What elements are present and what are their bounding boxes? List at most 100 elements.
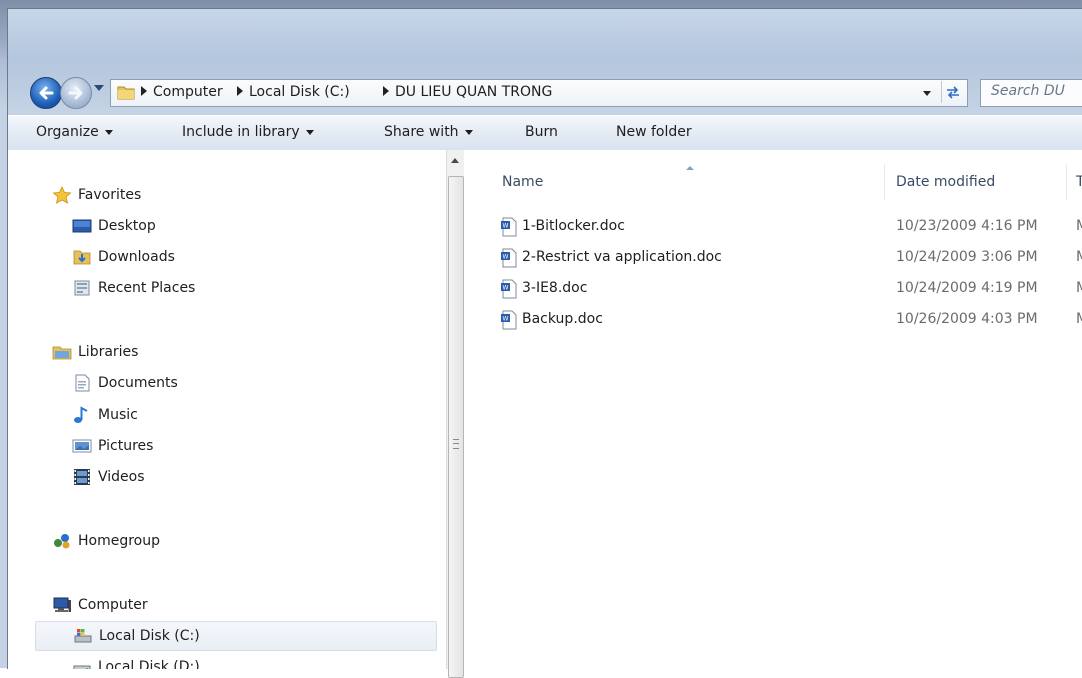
column-header-type[interactable]: Ty — [1076, 174, 1082, 190]
breadcrumb-separator-icon[interactable] — [237, 86, 243, 96]
nav-favorites-label: Favorites — [78, 187, 142, 203]
chevron-down-icon — [104, 129, 113, 135]
nav-local-disk-c[interactable]: Local Disk (C:) — [35, 621, 437, 651]
folder-icon — [117, 86, 135, 100]
nav-favorites[interactable]: Favorites — [52, 182, 141, 208]
recent-places-icon — [74, 280, 90, 296]
nav-libraries[interactable]: Libraries — [52, 339, 138, 365]
burn-button[interactable]: Burn — [525, 124, 558, 140]
nav-libraries-label: Libraries — [78, 344, 139, 360]
explorer-window: Computer Local Disk (C:) DU LIEU QUAN TR… — [7, 8, 1082, 678]
breadcrumb-local-disk-c[interactable]: Local Disk (C:) — [249, 84, 350, 100]
address-bar[interactable]: Computer Local Disk (C:) DU LIEU QUAN TR… — [110, 79, 968, 107]
file-type: M — [1076, 280, 1082, 296]
nav-local-disk-c-label: Local Disk (C:) — [99, 628, 200, 644]
nav-local-disk-d[interactable]: Local Disk (D:) — [72, 654, 200, 669]
music-note-icon — [74, 406, 88, 423]
address-history-dropdown[interactable] — [923, 91, 931, 96]
nav-computer[interactable]: Computer — [52, 592, 148, 618]
word-document-icon: W — [501, 310, 517, 330]
include-in-library-button[interactable]: Include in library — [182, 124, 314, 140]
svg-text:W: W — [503, 285, 509, 292]
nav-pictures[interactable]: Pictures — [72, 433, 153, 459]
svg-text:W: W — [503, 316, 509, 323]
word-document-icon: W — [501, 279, 517, 299]
nav-desktop[interactable]: Desktop — [72, 213, 156, 239]
file-name: 3-IE8.doc — [522, 280, 588, 296]
nav-downloads[interactable]: Downloads — [72, 244, 175, 270]
command-bar: Organize Include in library Share with B… — [8, 115, 1082, 151]
search-input[interactable] — [991, 83, 1081, 99]
file-type: M — [1076, 218, 1082, 234]
organize-button[interactable]: Organize — [36, 124, 113, 140]
nav-documents-label: Documents — [98, 375, 178, 391]
word-document-icon: W — [501, 217, 517, 237]
nav-homegroup-label: Homegroup — [78, 533, 161, 549]
column-divider[interactable] — [1066, 164, 1067, 200]
homegroup-icon — [54, 534, 70, 549]
include-in-library-label: Include in library — [182, 124, 300, 140]
share-with-button[interactable]: Share with — [384, 124, 473, 140]
nav-music[interactable]: Music — [72, 402, 138, 428]
breadcrumb-current-folder[interactable]: DU LIEU QUAN TRONG — [395, 84, 552, 100]
file-name: 2-Restrict va application.doc — [522, 249, 722, 265]
file-name: 1-Bitlocker.doc — [522, 218, 625, 234]
nav-videos-label: Videos — [98, 469, 145, 485]
forward-button[interactable] — [60, 77, 92, 109]
navigation-scrollbar[interactable] — [446, 150, 464, 678]
chevron-down-icon — [464, 129, 473, 135]
file-date-modified: 10/24/2009 4:19 PM — [896, 280, 1038, 296]
back-arrow-icon — [39, 86, 54, 100]
organize-label: Organize — [36, 124, 99, 140]
nav-videos[interactable]: Videos — [72, 464, 145, 490]
share-with-label: Share with — [384, 124, 459, 140]
search-box[interactable] — [980, 79, 1082, 107]
nav-music-label: Music — [98, 407, 138, 423]
file-row[interactable]: W 1-Bitlocker.doc 10/23/2009 4:16 PM M — [500, 214, 1082, 240]
nav-homegroup[interactable]: Homegroup — [52, 528, 160, 554]
grip-icon — [453, 439, 459, 449]
system-drive-icon — [74, 629, 92, 643]
breadcrumb-separator-icon[interactable] — [383, 86, 389, 96]
breadcrumb-computer[interactable]: Computer — [153, 84, 223, 100]
nav-recent-places[interactable]: Recent Places — [72, 275, 195, 301]
svg-text:W: W — [503, 223, 509, 230]
computer-icon — [53, 597, 71, 612]
file-date-modified: 10/23/2009 4:16 PM — [896, 218, 1038, 234]
svg-text:W: W — [503, 254, 509, 261]
back-button[interactable] — [30, 77, 62, 109]
file-row[interactable]: W 2-Restrict va application.doc 10/24/20… — [500, 245, 1082, 271]
nav-pictures-label: Pictures — [98, 438, 154, 454]
chevron-down-icon — [305, 129, 314, 135]
sort-ascending-icon — [686, 166, 694, 170]
file-date-modified: 10/24/2009 3:06 PM — [896, 249, 1038, 265]
refresh-icon — [947, 86, 959, 99]
videos-icon — [74, 469, 90, 485]
nav-documents[interactable]: Documents — [72, 370, 178, 396]
star-icon — [52, 186, 72, 204]
documents-icon — [75, 374, 90, 392]
column-divider[interactable] — [884, 164, 885, 200]
scroll-up-arrow-icon[interactable] — [451, 158, 459, 163]
forward-arrow-icon — [68, 86, 83, 100]
drive-icon — [73, 665, 91, 669]
recent-pages-dropdown[interactable] — [94, 85, 104, 91]
file-type: M — [1076, 311, 1082, 327]
file-type: M — [1076, 249, 1082, 265]
nav-desktop-label: Desktop — [98, 218, 156, 234]
breadcrumb-separator-icon[interactable] — [141, 86, 147, 96]
column-header-name[interactable]: Name — [502, 174, 543, 190]
refresh-button[interactable] — [941, 81, 966, 103]
file-row[interactable]: W 3-IE8.doc 10/24/2009 4:19 PM M — [500, 276, 1082, 302]
file-list: Name Date modified Ty W 1-Bitlocker.doc … — [464, 150, 1082, 669]
new-folder-button[interactable]: New folder — [616, 124, 692, 140]
libraries-icon — [52, 346, 72, 360]
nav-computer-label: Computer — [78, 597, 148, 613]
address-bar-row: Computer Local Disk (C:) DU LIEU QUAN TR… — [8, 71, 1082, 111]
nav-downloads-label: Downloads — [98, 249, 175, 265]
downloads-folder-icon — [73, 250, 91, 265]
column-header-date-modified[interactable]: Date modified — [896, 174, 995, 190]
word-document-icon: W — [501, 248, 517, 268]
file-row[interactable]: W Backup.doc 10/26/2009 4:03 PM M — [500, 307, 1082, 333]
scrollbar-thumb[interactable] — [448, 176, 464, 678]
